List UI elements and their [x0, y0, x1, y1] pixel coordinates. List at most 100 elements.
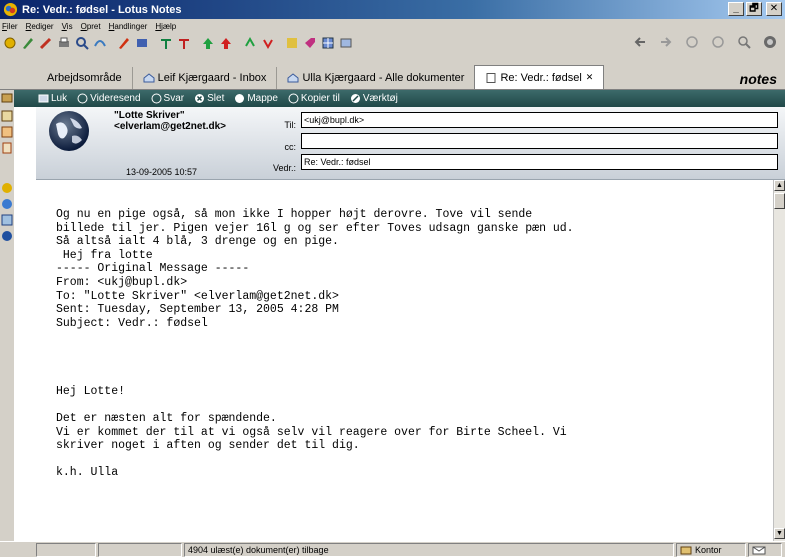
action-label: Kopier til	[300, 93, 340, 104]
stop-icon[interactable]	[685, 35, 699, 49]
contacts-bookmark-icon[interactable]	[1, 126, 13, 138]
table-icon[interactable]	[321, 36, 335, 50]
memo-header: "Lotte Skriver" <elverlam@get2net.dk> 13…	[36, 107, 785, 180]
menu-view[interactable]: Vis	[62, 22, 73, 31]
action-label: Svar	[163, 93, 185, 104]
action-label: Mappe	[247, 93, 278, 104]
action-label: Slet	[207, 93, 225, 104]
calendar-bookmark-icon[interactable]	[1, 110, 13, 122]
copy-to-action-button[interactable]: Kopier til	[288, 93, 340, 104]
subject-field[interactable]: Re: Vedr.: fødsel	[301, 154, 778, 170]
tools-action-button[interactable]: Værktøj	[350, 93, 398, 104]
arrow-up-red-icon[interactable]	[219, 36, 233, 50]
status-cell-1[interactable]	[36, 543, 96, 557]
sender-block: "Lotte Skriver" <elverlam@get2net.dk>	[114, 110, 226, 132]
window-tabs-bar: Arbejdsområde Leif Kjærgaard - Inbox Ull…	[0, 53, 785, 90]
edit-icon[interactable]	[21, 36, 35, 50]
window-title: Re: Vedr.: fødsel - Lotus Notes	[22, 3, 182, 16]
replicator-bookmark-icon[interactable]	[1, 182, 13, 194]
tab-workspace[interactable]: Arbejdsområde	[37, 67, 132, 89]
globe-icon[interactable]	[763, 35, 777, 49]
open-icon[interactable]	[3, 36, 17, 50]
close-window-button[interactable]: ✕	[766, 2, 782, 16]
inbox-status-button[interactable]	[748, 543, 782, 557]
databases-bookmark-icon[interactable]	[1, 214, 13, 226]
tab-ulla-all-documents[interactable]: Ulla Kjærgaard - Alle dokumenter	[276, 67, 474, 89]
back-arrow-icon[interactable]	[633, 35, 647, 49]
message-body[interactable]: Og nu en pige også, så mon ikke I hopper…	[36, 180, 773, 541]
action-bar: Luk Videresend Svar Slet Mappe Kopier ti…	[14, 90, 785, 107]
menu-create[interactable]: Opret	[81, 22, 101, 31]
location-selector[interactable]: Kontor	[676, 543, 746, 557]
search-web-icon[interactable]	[737, 35, 751, 49]
spell-check-icon[interactable]	[285, 36, 299, 50]
todo-bookmark-icon[interactable]	[1, 142, 13, 154]
more-bookmarks-icon[interactable]	[1, 230, 13, 242]
lotus-notes-icon	[3, 2, 18, 17]
menu-actions[interactable]: Handlinger	[109, 22, 148, 31]
close-action-button[interactable]: Luk	[38, 93, 67, 104]
forward-action-button[interactable]: Videresend	[77, 93, 141, 104]
tools-icon	[350, 94, 360, 103]
sender-globe-icon	[49, 111, 89, 151]
sender-email: <elverlam@get2net.dk>	[114, 121, 227, 132]
menu-file[interactable]: Filer	[2, 22, 18, 31]
document-icon	[486, 72, 496, 83]
close-doc-icon	[38, 94, 49, 103]
status-cell-2[interactable]	[98, 543, 182, 557]
menu-help[interactable]: Hjælp	[155, 22, 176, 31]
title-bar: Re: Vedr.: fødsel - Lotus Notes _ 🗗 ✕	[0, 0, 785, 19]
action-label: Videresend	[90, 93, 141, 104]
tab-label: Re: Vedr.: fødsel	[500, 71, 582, 84]
inbox-icon	[143, 73, 155, 83]
forward-arrow-icon[interactable]	[659, 35, 673, 49]
tab-current-document[interactable]: Re: Vedr.: fødsel ✕	[474, 65, 605, 89]
pen-icon[interactable]	[39, 36, 53, 50]
tab-label: Leif Kjærgaard - Inbox	[157, 72, 267, 84]
arrow-up-green-icon[interactable]	[201, 36, 215, 50]
message-text: Og nu en pige også, så mon ikke I hopper…	[56, 208, 574, 480]
refresh-icon[interactable]	[711, 35, 725, 49]
favorites-bookmark-icon[interactable]	[1, 198, 13, 210]
reply-icon	[151, 93, 162, 104]
tab-leif-inbox[interactable]: Leif Kjærgaard - Inbox	[131, 67, 277, 89]
search-icon[interactable]	[75, 36, 89, 50]
location-label: Kontor	[695, 545, 722, 555]
sort-down-icon[interactable]	[177, 36, 191, 50]
delete-icon	[195, 94, 205, 103]
cc-field[interactable]	[301, 133, 778, 149]
mail-status-icon	[752, 546, 766, 554]
tab-close-icon[interactable]: ✕	[586, 72, 594, 83]
attach-icon[interactable]	[135, 36, 149, 50]
sort-up-icon[interactable]	[159, 36, 173, 50]
move-up-icon[interactable]	[243, 36, 257, 50]
scroll-down-icon[interactable]: ▼	[774, 528, 785, 539]
sender-name: "Lotte Skriver"	[114, 110, 185, 121]
sent-date: 13-09-2005 10:57	[126, 167, 198, 177]
to-field[interactable]: <ukj@bupl.dk>	[301, 112, 778, 128]
tag-icon[interactable]	[303, 36, 317, 50]
folder-icon	[235, 94, 245, 103]
minimize-button[interactable]: _	[728, 2, 744, 16]
cc-label: cc:	[284, 142, 296, 152]
location-icon	[680, 546, 692, 554]
print-icon[interactable]	[57, 36, 71, 50]
move-down-icon[interactable]	[261, 36, 275, 50]
link-icon[interactable]	[93, 36, 107, 50]
folder-action-button[interactable]: Mappe	[234, 93, 278, 104]
restore-button[interactable]: 🗗	[746, 2, 762, 16]
menu-edit[interactable]: Rediger	[26, 22, 54, 31]
forward-icon	[77, 93, 88, 104]
reply-action-button[interactable]: Svar	[151, 93, 185, 104]
highlight-icon[interactable]	[117, 36, 131, 50]
image-icon[interactable]	[339, 36, 353, 50]
vertical-scrollbar[interactable]: ▲ ▼	[773, 180, 785, 541]
unread-count-text: 4904 ulæst(e) dokument(er) tilbage	[188, 545, 329, 555]
scroll-up-icon[interactable]: ▲	[774, 180, 785, 191]
action-label: Værktøj	[362, 93, 398, 104]
inbox-icon	[287, 73, 299, 83]
delete-action-button[interactable]: Slet	[194, 93, 224, 104]
status-bar: 4904 ulæst(e) dokument(er) tilbage Konto…	[0, 541, 785, 557]
mail-bookmark-icon[interactable]	[1, 92, 13, 104]
scroll-thumb[interactable]	[774, 193, 785, 209]
